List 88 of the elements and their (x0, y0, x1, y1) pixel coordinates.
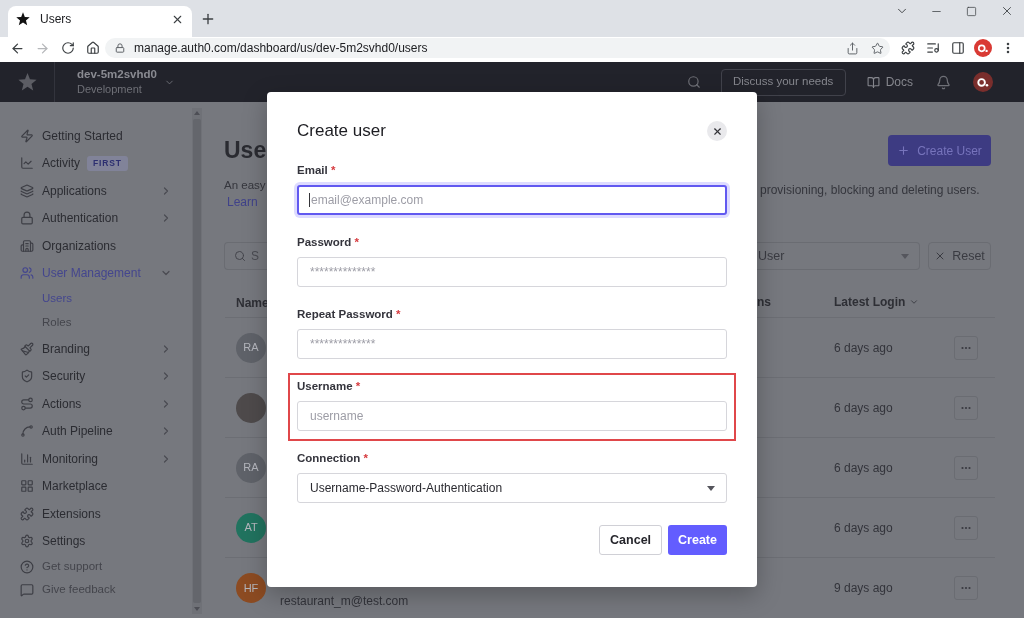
reload-icon[interactable] (60, 41, 75, 55)
help-icon (20, 559, 34, 574)
field-label: Connection * (297, 451, 369, 466)
user-email: restaurant_m@test.com (280, 594, 409, 608)
sidebar-item[interactable]: Monitoring (0, 445, 192, 473)
photo-placeholder (236, 392, 266, 423)
description-text: An easy (224, 178, 267, 193)
filter-select[interactable]: User (757, 242, 920, 270)
speech-bubble-icon (20, 582, 34, 597)
sidebar-item[interactable]: Auth Pipeline (0, 417, 192, 445)
shield-icon (20, 369, 34, 384)
puzzle-icon (20, 506, 34, 521)
dropdown-select[interactable]: Username-Password-Authentication (297, 473, 727, 503)
cancel-button[interactable]: Cancel (599, 525, 663, 555)
plus-icon (897, 144, 911, 157)
caret-down-icon (901, 253, 909, 259)
line-chart-icon (20, 156, 34, 171)
new-tab-icon[interactable] (200, 11, 216, 27)
description-text: provisioning, blocking and deleting users. (760, 183, 980, 197)
book-icon (866, 75, 880, 89)
caret-down-icon (707, 485, 715, 491)
grid-icon (20, 479, 34, 494)
field-label: Username * (297, 379, 362, 394)
status-badge: FIRST (87, 155, 128, 171)
settings-icon (20, 534, 34, 549)
notification-bell-icon[interactable] (936, 74, 951, 90)
sidebar-item[interactable]: Applications (0, 177, 192, 205)
padlock-icon (20, 211, 34, 226)
tenant-switcher[interactable]: dev-5m2svhd0 Development (77, 67, 175, 97)
search-icon[interactable] (686, 75, 701, 89)
route-icon (20, 396, 34, 411)
side-panel-icon[interactable] (950, 41, 965, 55)
address-bar[interactable]: manage.auth0.com/dashboard/us/dev-5m2svhd0/users (105, 38, 890, 58)
sidebar-item[interactable]: Extensions (0, 500, 192, 528)
puzzle-icon[interactable] (900, 41, 915, 55)
playlist-icon[interactable] (925, 41, 940, 55)
sidebar-item[interactable]: Organizations (0, 232, 192, 260)
page-title: Use (224, 136, 267, 164)
curve-icon (20, 424, 34, 439)
last-login-text: 6 days ago (834, 339, 894, 357)
sidebar-item[interactable]: Security (0, 362, 192, 390)
create-user-button[interactable]: Create User (888, 135, 991, 166)
sidebar-item[interactable]: Activity FIRST (0, 149, 192, 177)
field-label: Email * (297, 163, 337, 178)
last-login-text: 6 days ago (834, 459, 894, 477)
home-icon[interactable] (85, 41, 100, 55)
search-icon (234, 250, 246, 262)
field-label: Password * (297, 235, 360, 250)
user-avatar: RA (236, 332, 266, 363)
maximize-icon[interactable] (966, 5, 977, 17)
text-cursor-icon (309, 193, 310, 207)
create-button[interactable]: Create (668, 525, 727, 555)
last-login-text: 6 days ago (834, 519, 894, 537)
last-login-text: 9 days ago (834, 580, 894, 597)
close-icon (711, 125, 723, 137)
sidebar-item[interactable]: Authentication (0, 204, 192, 232)
users-icon (20, 266, 34, 281)
last-login-text: 6 days ago (834, 399, 894, 417)
paintbrush-icon (20, 341, 34, 356)
column-header: Name (236, 296, 269, 310)
text-input[interactable]: email@example.com (297, 185, 727, 215)
docs-link[interactable]: Docs (866, 73, 913, 91)
sidebar-item[interactable]: Settings (0, 527, 192, 555)
browser-tab[interactable]: Users (8, 6, 192, 37)
field-label: Repeat Password * (297, 307, 402, 322)
close-button[interactable] (707, 121, 727, 141)
sidebar-item[interactable]: Branding (0, 335, 192, 363)
building-icon (20, 238, 34, 253)
user-avatar: HF (236, 573, 266, 603)
dialog-title: Create user (297, 120, 386, 142)
star-icon (16, 12, 30, 26)
column-header: ns (757, 294, 772, 311)
bookmark-star-icon[interactable] (871, 41, 884, 55)
sidebar-item[interactable]: Actions (0, 390, 192, 418)
sidebar-item[interactable]: Getting Started (0, 122, 192, 150)
sidebar-item[interactable]: Marketplace (0, 472, 192, 500)
star-icon (17, 73, 37, 91)
share-icon[interactable] (846, 41, 859, 55)
back-icon[interactable] (10, 40, 25, 56)
user-avatar: AT (236, 512, 266, 543)
user-avatar: RA (236, 452, 266, 483)
padlock-icon (115, 43, 125, 53)
lightning-icon (20, 128, 34, 143)
layers-icon (20, 183, 34, 198)
column-header[interactable]: Latest Login (834, 293, 906, 311)
reset-button[interactable]: Reset (928, 242, 991, 270)
bar-chart-icon (20, 451, 34, 466)
profile-avatar-icon[interactable] (973, 72, 993, 92)
